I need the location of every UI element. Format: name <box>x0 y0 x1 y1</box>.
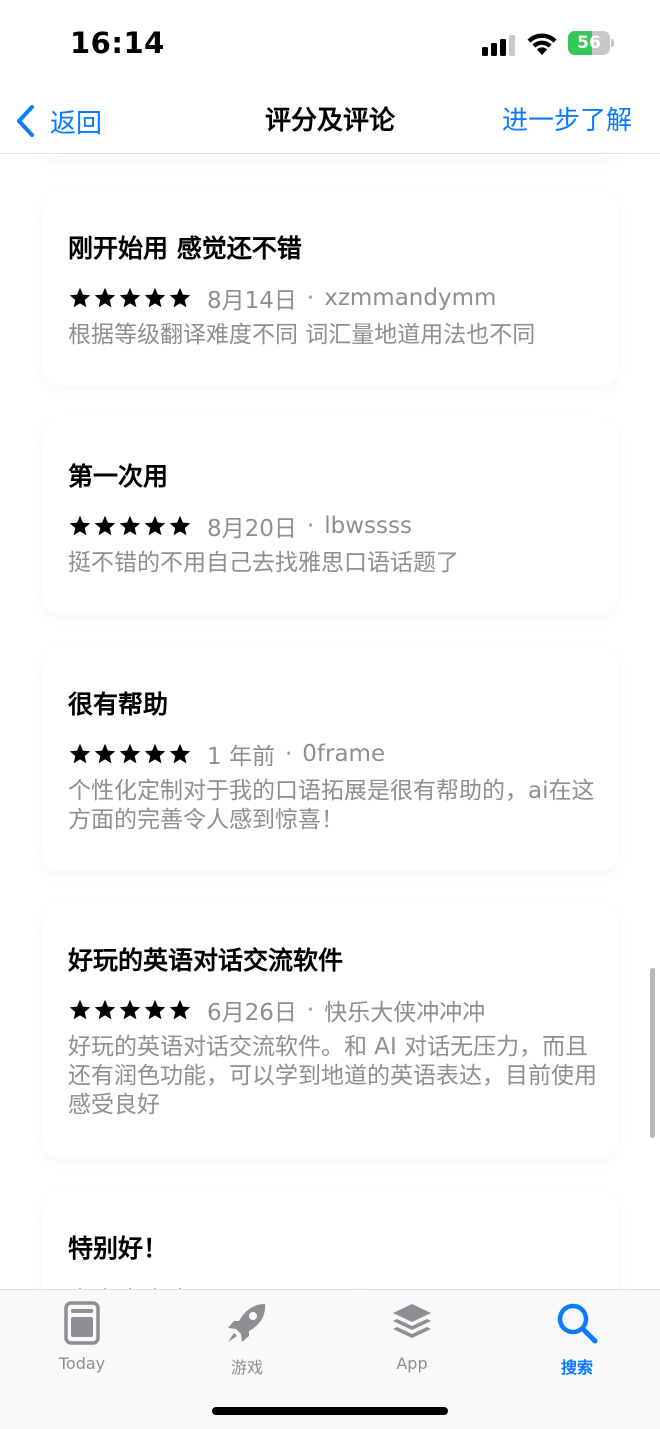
back-button[interactable]: 返回 <box>14 98 102 144</box>
chevron-left-icon <box>17 105 34 137</box>
review-date: 6月26日 <box>207 1000 297 1026</box>
meta-separator: · <box>284 741 293 767</box>
review-meta: 1 年前 · 0frame <box>68 737 385 771</box>
tab-today[interactable]: Today <box>27 1300 137 1380</box>
star-icon <box>119 515 141 536</box>
star-rating <box>68 998 193 1022</box>
star-icon <box>169 999 191 1020</box>
review-list[interactable]: 刚开始用 感觉还不错 8月14日 · xzmmandymm 根据等级翻译难度不同… <box>0 155 660 1289</box>
tab-label: Today <box>58 1354 106 1373</box>
review-author: 小芸不是小fo <box>324 1281 461 1289</box>
tab-label: 搜索 <box>560 1358 593 1377</box>
review-body: 挺不错的不用自己去找雅思口语话题了 <box>68 550 459 576</box>
review-card[interactable]: 刚开始用 感觉还不错 8月14日 · xzmmandymm 根据等级翻译难度不同… <box>42 189 618 385</box>
review-date: 2月13日 <box>207 1281 297 1289</box>
star-icon <box>144 743 166 764</box>
star-icon <box>144 999 166 1020</box>
app-stack-icon <box>393 1304 431 1338</box>
star-icon <box>119 287 141 308</box>
tab-label: App <box>396 1354 428 1373</box>
review-meta: 2月13日 · 小芸不是小fo <box>68 1281 461 1289</box>
star-icon <box>94 287 116 308</box>
star-icon <box>69 999 91 1020</box>
tab-games[interactable]: 游戏 <box>192 1300 302 1380</box>
search-icon <box>557 1303 598 1344</box>
star-rating <box>68 742 193 766</box>
review-meta: 8月20日 · lbwssss <box>68 509 412 543</box>
review-title: 第一次用 <box>68 462 169 491</box>
battery-level: 56 <box>577 33 601 53</box>
star-icon <box>69 287 91 308</box>
meta-separator: · <box>306 513 315 539</box>
star-icon <box>144 287 166 308</box>
learn-more-button[interactable]: 进一步了解 <box>502 98 632 144</box>
star-icon <box>119 999 141 1020</box>
review-card-partial-top <box>42 155 618 159</box>
review-meta: 8月14日 · xzmmandymm <box>68 281 496 315</box>
review-date: 8月20日 <box>207 516 297 542</box>
cellular-signal-icon <box>482 34 518 56</box>
navigation-bar: 返回 评分及评论 进一步了解 <box>0 90 660 154</box>
review-title: 特别好！ <box>68 1234 169 1263</box>
meta-separator: · <box>306 285 315 311</box>
star-rating <box>68 286 193 310</box>
review-card[interactable]: 好玩的英语对话交流软件 6月26日 · 快乐大侠冲冲冲 好玩的英语对话交流软件。… <box>42 901 618 1157</box>
review-author: 0frame <box>302 741 386 767</box>
star-icon <box>169 287 191 308</box>
review-card[interactable]: 很有帮助 1 年前 · 0frame 个性化定制对于我的口语拓展是很有帮助的，a… <box>42 645 618 871</box>
star-icon <box>169 515 191 536</box>
review-date: 8月14日 <box>207 288 297 314</box>
review-card[interactable]: 特别好！ 2月13日 · 小芸不是小fo <box>42 1189 618 1289</box>
review-author: xzmmandymm <box>324 285 497 311</box>
back-button-label: 返回 <box>50 108 103 139</box>
review-body: 好玩的英语对话交流软件。和 AI 对话无压力，而且还有润色功能，可以学到地道的英… <box>68 1034 597 1118</box>
status-bar: 16:14 56 <box>0 0 660 90</box>
star-icon <box>169 743 191 764</box>
tab-bar: Today 游戏 App 搜索 <box>0 1289 660 1429</box>
review-body: 根据等级翻译难度不同 词汇量地道用法也不同 <box>68 322 536 348</box>
review-author: 快乐大侠冲冲冲 <box>324 1000 486 1026</box>
review-author: lbwssss <box>324 513 412 539</box>
app-store-reviews-screen: 16:14 56 返回 评分及评论 进一步了解 刚开始用 感觉还不错 8月14日… <box>0 0 660 1429</box>
tab-apps[interactable]: App <box>357 1300 467 1380</box>
home-indicator[interactable] <box>212 1407 448 1415</box>
review-body: 个性化定制对于我的口语拓展是很有帮助的，ai在这方面的完善令人感到惊喜！ <box>68 778 595 833</box>
star-rating <box>68 514 193 538</box>
star-icon <box>119 743 141 764</box>
review-title: 好玩的英语对话交流软件 <box>68 946 344 975</box>
meta-separator: · <box>306 997 315 1023</box>
tab-label: 游戏 <box>230 1358 263 1377</box>
star-icon <box>94 515 116 536</box>
star-icon <box>144 515 166 536</box>
review-card[interactable]: 第一次用 8月20日 · lbwssss 挺不错的不用自己去找雅思口语话题了 <box>42 417 618 613</box>
battery-icon: 56 <box>568 31 614 55</box>
review-date: 1 年前 <box>207 744 275 770</box>
review-meta: 6月26日 · 快乐大侠冲冲冲 <box>68 993 485 1027</box>
review-title: 很有帮助 <box>68 690 169 719</box>
star-icon <box>94 743 116 764</box>
review-title: 刚开始用 感觉还不错 <box>68 234 302 263</box>
scrollbar[interactable] <box>650 968 655 1138</box>
star-icon <box>94 999 116 1020</box>
star-icon <box>69 743 91 764</box>
tab-search[interactable]: 搜索 <box>522 1300 632 1380</box>
wifi-icon <box>527 33 557 55</box>
rocket-icon <box>228 1304 266 1342</box>
star-icon <box>69 515 91 536</box>
today-icon <box>64 1301 100 1345</box>
status-time: 16:14 <box>70 26 165 60</box>
